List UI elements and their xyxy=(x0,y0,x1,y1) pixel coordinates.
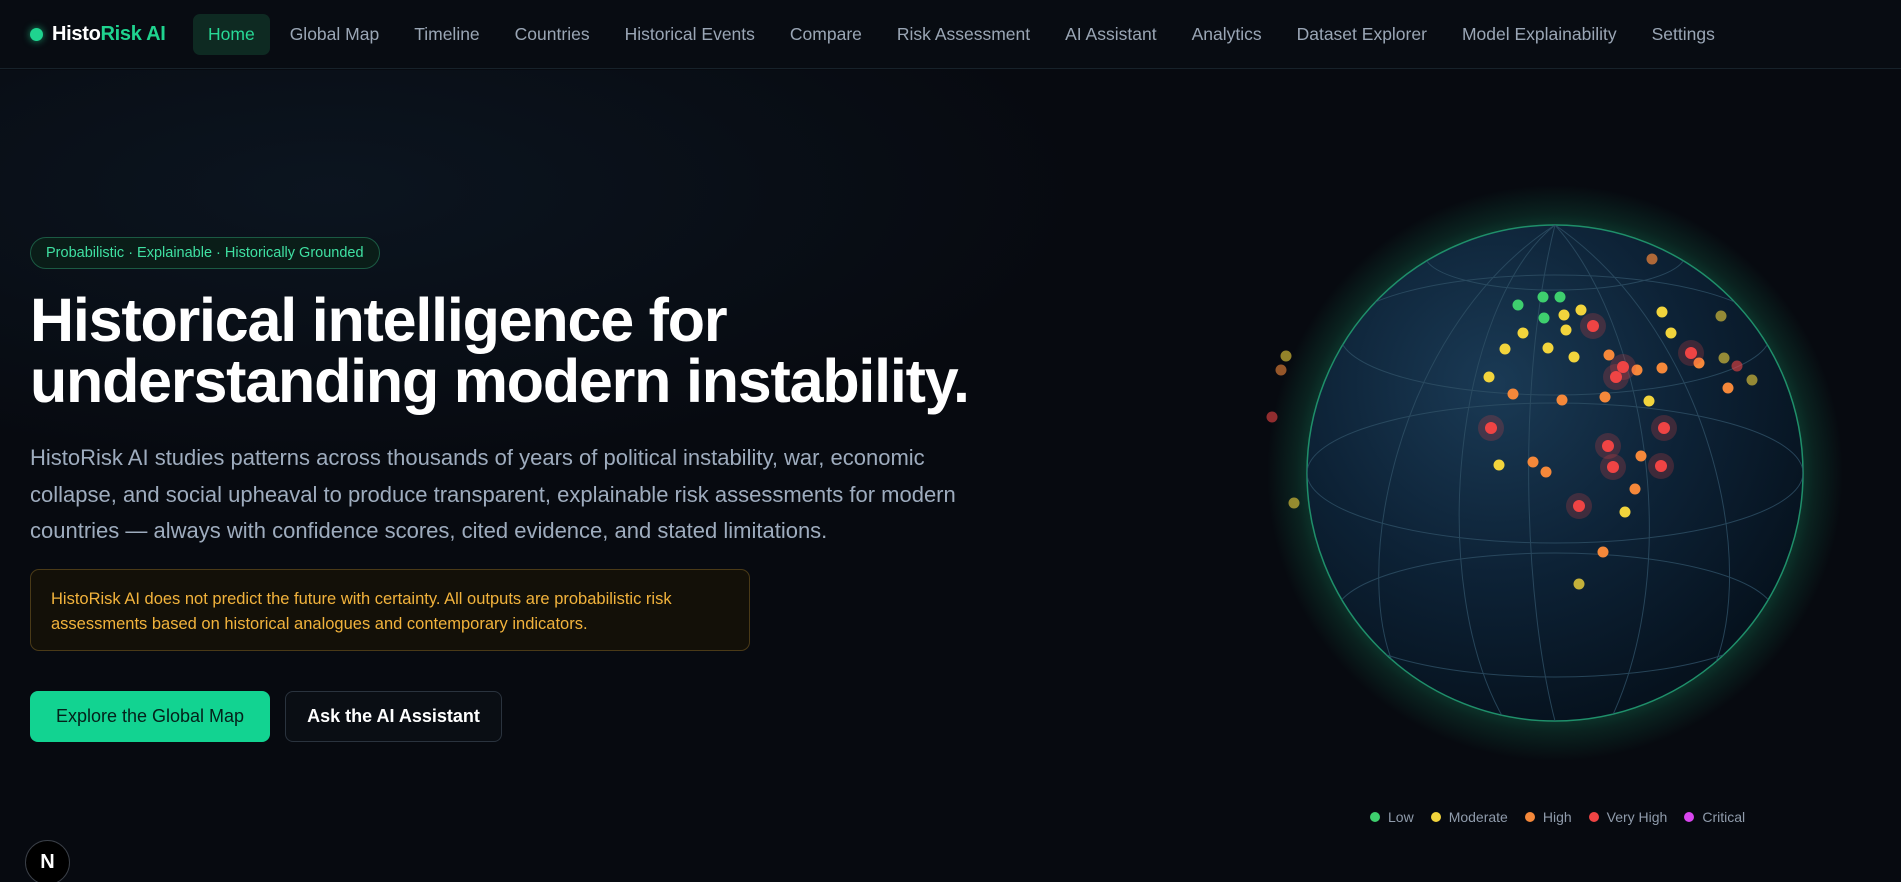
hero-headline: Historical intelligence for understandin… xyxy=(30,290,1030,412)
risk-marker[interactable] xyxy=(1493,459,1505,471)
risk-marker[interactable] xyxy=(1597,546,1609,558)
brand-logo[interactable]: HistoRisk AI xyxy=(30,23,193,46)
risk-legend: Low Moderate High Very High Critical xyxy=(1370,809,1762,825)
globe-svg xyxy=(1266,185,1843,761)
risk-marker[interactable] xyxy=(1646,253,1658,265)
headline-line-2: understanding modern instability. xyxy=(30,347,970,415)
framework-badge-icon[interactable]: N xyxy=(25,840,70,882)
risk-marker[interactable] xyxy=(1560,324,1572,336)
risk-marker[interactable] xyxy=(1512,299,1524,311)
risk-marker[interactable] xyxy=(1656,362,1668,374)
top-navigation-bar: HistoRisk AI Home Global Map Timeline Co… xyxy=(0,0,1901,69)
risk-marker[interactable] xyxy=(1554,291,1566,303)
risk-marker[interactable] xyxy=(1575,304,1587,316)
risk-marker[interactable] xyxy=(1655,460,1667,472)
legend-item-low: Low xyxy=(1370,809,1414,825)
risk-marker[interactable] xyxy=(1542,342,1554,354)
risk-marker[interactable] xyxy=(1685,347,1697,359)
risk-marker[interactable] xyxy=(1607,461,1619,473)
legend-item-critical: Critical xyxy=(1684,809,1745,825)
hero-tagline-badge: Probabilistic · Explainable · Historical… xyxy=(30,237,380,269)
nav-item-timeline[interactable]: Timeline xyxy=(399,14,494,55)
risk-marker[interactable] xyxy=(1538,312,1550,324)
risk-marker[interactable] xyxy=(1715,310,1727,322)
disclaimer-notice: HistoRisk AI does not predict the future… xyxy=(30,569,750,651)
risk-marker[interactable] xyxy=(1656,306,1668,318)
legend-item-very-high: Very High xyxy=(1588,809,1667,825)
risk-marker[interactable] xyxy=(1556,394,1568,406)
risk-marker[interactable] xyxy=(1573,500,1585,512)
risk-marker[interactable] xyxy=(1499,343,1511,355)
nav-item-model-explainability[interactable]: Model Explainability xyxy=(1447,14,1632,55)
legend-dot-icon xyxy=(1430,812,1441,822)
risk-marker[interactable] xyxy=(1266,411,1278,423)
risk-marker[interactable] xyxy=(1746,374,1758,386)
main-nav: Home Global Map Timeline Countries Histo… xyxy=(193,0,1735,68)
risk-globe[interactable] xyxy=(1265,185,1845,765)
risk-marker[interactable] xyxy=(1599,391,1611,403)
risk-marker[interactable] xyxy=(1587,320,1599,332)
nav-item-analytics[interactable]: Analytics xyxy=(1177,14,1277,55)
risk-marker[interactable] xyxy=(1643,395,1655,407)
risk-marker[interactable] xyxy=(1731,360,1743,372)
ask-ai-assistant-button[interactable]: Ask the AI Assistant xyxy=(285,691,502,742)
nav-item-countries[interactable]: Countries xyxy=(500,14,605,55)
risk-marker[interactable] xyxy=(1517,327,1529,339)
risk-marker[interactable] xyxy=(1629,483,1641,495)
risk-marker[interactable] xyxy=(1665,327,1677,339)
risk-marker[interactable] xyxy=(1483,371,1495,383)
nav-item-settings[interactable]: Settings xyxy=(1637,14,1730,55)
risk-marker[interactable] xyxy=(1603,349,1615,361)
nav-item-global-map[interactable]: Global Map xyxy=(275,14,395,55)
risk-marker[interactable] xyxy=(1540,466,1552,478)
risk-marker[interactable] xyxy=(1275,364,1287,376)
risk-marker[interactable] xyxy=(1722,382,1734,394)
risk-marker[interactable] xyxy=(1610,371,1622,383)
risk-marker[interactable] xyxy=(1288,497,1300,509)
risk-marker[interactable] xyxy=(1558,309,1570,321)
risk-marker[interactable] xyxy=(1527,456,1539,468)
explore-global-map-button[interactable]: Explore the Global Map xyxy=(30,691,270,742)
headline-line-1: Historical intelligence for xyxy=(30,286,728,354)
risk-marker[interactable] xyxy=(1537,291,1549,303)
nav-item-compare[interactable]: Compare xyxy=(775,14,877,55)
risk-marker[interactable] xyxy=(1568,351,1580,363)
risk-marker[interactable] xyxy=(1602,440,1614,452)
risk-marker[interactable] xyxy=(1507,388,1519,400)
brand-name: HistoRisk AI xyxy=(52,22,166,45)
nav-item-historical-events[interactable]: Historical Events xyxy=(610,14,770,55)
hero-description: HistoRisk AI studies patterns across tho… xyxy=(30,445,956,543)
status-dot-icon xyxy=(30,27,43,41)
nav-item-ai-assistant[interactable]: AI Assistant xyxy=(1050,14,1171,55)
legend-dot-icon xyxy=(1588,812,1599,822)
risk-marker[interactable] xyxy=(1619,506,1631,518)
risk-marker[interactable] xyxy=(1718,352,1730,364)
nav-item-dataset-explorer[interactable]: Dataset Explorer xyxy=(1282,14,1442,55)
legend-dot-icon xyxy=(1370,812,1380,822)
legend-dot-icon xyxy=(1684,812,1695,822)
risk-marker[interactable] xyxy=(1658,422,1670,434)
legend-item-high: High xyxy=(1524,809,1572,825)
risk-marker[interactable] xyxy=(1485,422,1497,434)
legend-item-moderate: Moderate xyxy=(1430,809,1508,825)
risk-marker[interactable] xyxy=(1573,578,1585,590)
nav-item-home[interactable]: Home xyxy=(193,13,270,55)
nav-item-risk-assessment[interactable]: Risk Assessment xyxy=(882,14,1045,55)
risk-marker[interactable] xyxy=(1635,450,1647,462)
risk-marker[interactable] xyxy=(1280,350,1292,362)
legend-dot-icon xyxy=(1524,812,1535,822)
